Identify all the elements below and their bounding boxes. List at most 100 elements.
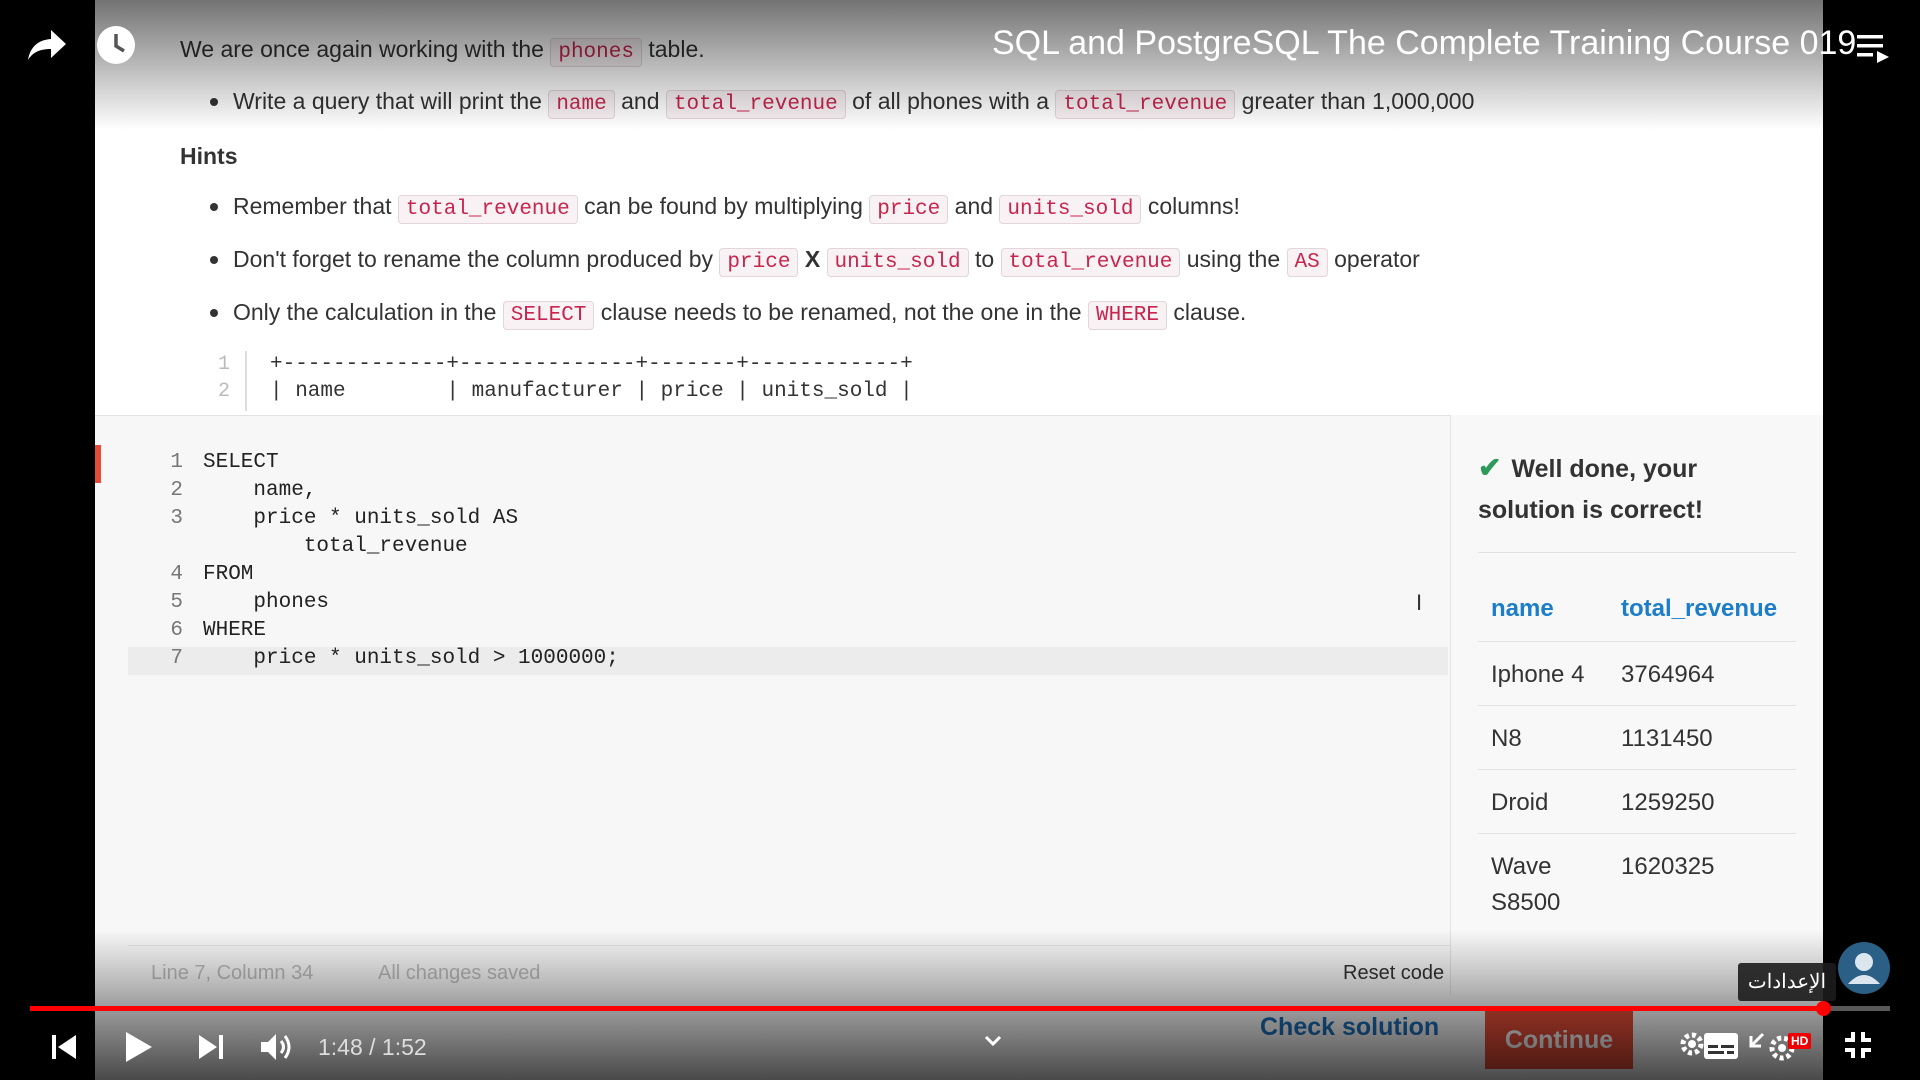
reset-code-button[interactable]: Reset code xyxy=(1343,962,1444,985)
code-as: AS xyxy=(1286,248,1328,277)
cell-name: Droid xyxy=(1491,789,1549,816)
code-units-sold: units_sold xyxy=(999,195,1142,224)
exit-fullscreen-icon[interactable] xyxy=(1843,1030,1873,1060)
code-line[interactable]: total_revenue xyxy=(128,535,1448,563)
line-code[interactable]: price * units_sold AS xyxy=(203,507,518,530)
line-number: 3 xyxy=(170,507,183,530)
line-number: 1 xyxy=(170,451,183,474)
time-display: 1:48 / 1:52 xyxy=(318,1034,427,1060)
progress-played xyxy=(30,1006,1824,1011)
snippet-gutter-line xyxy=(245,351,247,411)
hint1-post: columns! xyxy=(1147,193,1240,219)
code-where: WHERE xyxy=(1087,301,1167,330)
hd-badge: HD xyxy=(1788,1033,1812,1049)
continue-button[interactable]: Continue xyxy=(1485,1011,1633,1069)
intro-text: We are once again working with the phone… xyxy=(180,36,705,67)
hints-heading: Hints xyxy=(180,143,238,169)
line-code[interactable]: price * units_sold > 1000000; xyxy=(203,647,618,670)
code-line-active[interactable]: 7 price * units_sold > 1000000; xyxy=(128,647,1448,675)
cell-total-revenue: 1131450 xyxy=(1621,725,1713,752)
next-icon[interactable] xyxy=(197,1034,223,1060)
watch-later-icon[interactable] xyxy=(95,24,137,66)
snippet-line-number: 1 xyxy=(217,353,230,376)
code-line[interactable]: 2 name, xyxy=(128,479,1448,507)
hint1-and: and xyxy=(954,193,994,219)
intro-post: table. xyxy=(648,36,705,62)
course-frame: We are once again working with the phone… xyxy=(95,0,1823,1080)
multiply-symbol: X xyxy=(804,246,821,272)
success-text: Well done, your solution is correct! xyxy=(1478,455,1704,524)
code-name: name xyxy=(548,90,615,119)
code-line[interactable]: 6 WHERE xyxy=(128,619,1448,647)
success-message: ✔ Well done, your solution is correct! xyxy=(1478,447,1798,531)
line-code[interactable]: WHERE xyxy=(203,619,266,642)
bullet xyxy=(210,309,218,317)
code-line[interactable]: 5 phones xyxy=(128,591,1448,619)
schema-snippet: 1 +-------------+--------------+-------+… xyxy=(190,347,913,415)
playlist-icon[interactable] xyxy=(1857,33,1891,65)
chevron-down-icon[interactable] xyxy=(984,1035,1002,1047)
video-title[interactable]: SQL and PostgreSQL The Complete Training… xyxy=(992,24,1856,63)
previous-icon[interactable] xyxy=(52,1034,78,1060)
cell-name: Iphone 4 xyxy=(1491,661,1585,688)
line-code[interactable]: name, xyxy=(203,479,316,502)
hint3-pre: Only the calculation in the xyxy=(233,299,497,325)
scrubber-handle[interactable] xyxy=(1816,1001,1832,1016)
task-post: greater than 1,000,000 xyxy=(1241,88,1475,114)
divider xyxy=(1478,833,1796,834)
code-units-sold: units_sold xyxy=(826,248,969,277)
cell-total-revenue: 3764964 xyxy=(1621,661,1715,688)
results-panel: ✔ Well done, your solution is correct! na… xyxy=(1450,415,1823,995)
snippet-line-number: 2 xyxy=(217,380,230,403)
play-icon[interactable] xyxy=(124,1030,154,1064)
code-line[interactable]: 3 price * units_sold AS xyxy=(128,507,1448,535)
hint2-post: operator xyxy=(1334,246,1420,272)
checkmark-icon: ✔ xyxy=(1478,452,1502,483)
avatar[interactable] xyxy=(1838,942,1890,994)
code-total-revenue: total_revenue xyxy=(1055,90,1236,119)
code-total-revenue: total_revenue xyxy=(1000,248,1181,277)
cell-name: Wave S8500 xyxy=(1491,853,1561,916)
autoplay-gear-icon[interactable] xyxy=(1678,1030,1706,1058)
bullet xyxy=(210,203,218,211)
divider xyxy=(1478,705,1796,706)
subtitles-icon[interactable] xyxy=(1703,1032,1739,1060)
hint-3: Only the calculation in the SELECT claus… xyxy=(233,299,1247,330)
share-icon[interactable] xyxy=(26,28,68,62)
bullet xyxy=(210,256,218,264)
line-code[interactable]: FROM xyxy=(203,563,253,586)
hint1-mid: can be found by multiplying xyxy=(584,193,863,219)
code-editor[interactable]: 1 SELECT 2 name, 3 price * units_sold AS… xyxy=(128,420,1448,945)
hint2-pre: Don't forget to rename the column produc… xyxy=(233,246,714,272)
cell-name: N8 xyxy=(1491,725,1522,752)
hint3-post: clause. xyxy=(1173,299,1247,325)
editor-status-bar: Line 7, Column 34 All changes saved Rese… xyxy=(128,945,1450,996)
check-solution-button[interactable]: Check solution xyxy=(1260,1013,1439,1042)
line-code[interactable]: SELECT xyxy=(203,451,279,474)
task-mid: of all phones with a xyxy=(852,88,1050,114)
task-text: Write a query that will print the name a… xyxy=(233,88,1475,119)
code-line[interactable]: 4 FROM xyxy=(128,563,1448,591)
progress-bar[interactable] xyxy=(30,1001,1890,1016)
snippet-line: +-------------+--------------+-------+--… xyxy=(270,353,913,376)
task-pre: Write a query that will print the xyxy=(233,88,542,114)
code-price: price xyxy=(719,248,799,277)
line-number: 6 xyxy=(170,619,183,642)
line-number: 2 xyxy=(170,479,183,502)
hint2-mid: using the xyxy=(1186,246,1281,272)
code-line[interactable]: 1 SELECT xyxy=(128,451,1448,479)
hint-2: Don't forget to rename the column produc… xyxy=(233,246,1420,277)
line-code[interactable]: phones xyxy=(203,591,329,614)
hint2-to: to xyxy=(974,246,995,272)
user-icon xyxy=(1848,953,1880,984)
settings-tooltip: الإعدادات xyxy=(1738,963,1836,1001)
snippet-line: | name | manufacturer | price | units_so… xyxy=(270,380,913,403)
save-status: All changes saved xyxy=(378,962,541,984)
line-number: 4 xyxy=(170,563,183,586)
volume-icon[interactable] xyxy=(260,1032,294,1062)
code-total-revenue: total_revenue xyxy=(665,90,846,119)
editor-marker xyxy=(95,445,101,483)
code-select: SELECT xyxy=(502,301,595,330)
line-code[interactable]: total_revenue xyxy=(203,535,468,558)
code-price: price xyxy=(869,195,949,224)
